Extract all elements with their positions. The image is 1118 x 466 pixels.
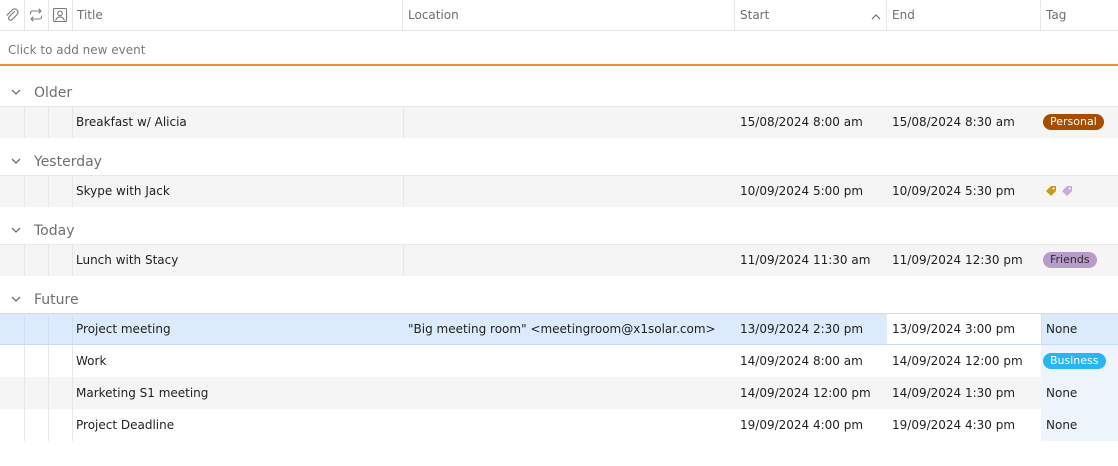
cell-divider xyxy=(48,106,49,138)
tag-badge-personal[interactable]: Personal xyxy=(1043,114,1104,130)
cell-divider xyxy=(72,106,73,138)
event-tag: None xyxy=(1046,322,1078,336)
group-title: Today xyxy=(34,223,75,239)
event-row-selected[interactable]: Project meeting "Big meeting room" <meet… xyxy=(0,313,1118,345)
header-divider xyxy=(24,0,25,30)
event-tag: None xyxy=(1046,386,1078,400)
group-title: Yesterday xyxy=(34,154,102,170)
header-divider xyxy=(48,0,49,30)
paperclip-icon[interactable] xyxy=(4,7,20,23)
cell-divider xyxy=(72,313,73,345)
event-end: 19/09/2024 4:30 pm xyxy=(892,418,1016,432)
event-row[interactable]: Skype with Jack 10/09/2024 5:00 pm 10/09… xyxy=(0,175,1118,207)
group-title: Older xyxy=(34,85,73,101)
cell-divider xyxy=(72,244,73,276)
cell-divider xyxy=(48,409,49,441)
event-start: 15/08/2024 8:00 am xyxy=(740,115,863,129)
event-end: 15/08/2024 8:30 am xyxy=(892,115,1015,129)
event-start: 19/09/2024 4:00 pm xyxy=(740,418,864,432)
group-header-future[interactable]: Future xyxy=(0,287,1118,313)
cell-divider xyxy=(24,377,25,409)
end-column-label: End xyxy=(892,8,915,22)
event-title: Skype with Jack xyxy=(76,184,170,198)
event-start: 14/09/2024 12:00 pm xyxy=(740,386,871,400)
event-row[interactable]: Project Deadline 19/09/2024 4:00 pm 19/0… xyxy=(0,409,1118,441)
event-title: Breakfast w/ Alicia xyxy=(76,115,187,129)
group-header-older[interactable]: Older xyxy=(0,80,1118,106)
event-end: 10/09/2024 5:30 pm xyxy=(892,184,1016,198)
cell-divider xyxy=(1041,313,1042,345)
location-column-label: Location xyxy=(408,8,459,22)
cell-divider xyxy=(72,175,73,207)
event-end: 14/09/2024 1:30 pm xyxy=(892,386,1016,400)
event-start: 13/09/2024 2:30 pm xyxy=(740,322,864,336)
cell-divider xyxy=(72,409,73,441)
tag-badge-friends[interactable]: Friends xyxy=(1043,252,1097,268)
column-header-row: Title Location Start End Tag xyxy=(0,0,1118,31)
cell-divider xyxy=(403,244,404,276)
add-new-event-label: Click to add new event xyxy=(8,43,146,57)
chevron-down-icon[interactable] xyxy=(10,293,22,305)
event-title: Project meeting xyxy=(76,322,171,336)
event-title: Project Deadline xyxy=(76,418,175,432)
chevron-up-icon xyxy=(871,10,881,24)
cell-divider xyxy=(403,106,404,138)
cell-divider xyxy=(72,377,73,409)
tag-column-label: Tag xyxy=(1046,8,1067,22)
start-column-label: Start xyxy=(740,8,770,22)
chevron-down-icon[interactable] xyxy=(10,224,22,236)
event-title: Lunch with Stacy xyxy=(76,253,179,267)
cell-divider xyxy=(48,175,49,207)
group-header-today[interactable]: Today xyxy=(0,218,1118,244)
event-end: 14/09/2024 12:00 pm xyxy=(892,354,1023,368)
start-column-header[interactable]: Start xyxy=(735,0,887,30)
chevron-down-icon[interactable] xyxy=(10,86,22,98)
cell-divider xyxy=(48,244,49,276)
location-column-header[interactable]: Location xyxy=(403,0,735,30)
cell-divider xyxy=(48,377,49,409)
event-location: "Big meeting room" <meetingroom@x1solar.… xyxy=(408,322,716,336)
event-end: 13/09/2024 3:00 pm xyxy=(892,322,1016,336)
cell-divider xyxy=(24,106,25,138)
contact-icon[interactable] xyxy=(52,7,68,23)
event-row[interactable]: Marketing S1 meeting 14/09/2024 12:00 pm… xyxy=(0,377,1118,409)
cell-divider xyxy=(24,313,25,345)
event-end: 11/09/2024 12:30 pm xyxy=(892,253,1023,267)
cell-divider xyxy=(24,409,25,441)
event-start: 10/09/2024 5:00 pm xyxy=(740,184,864,198)
end-column-header[interactable]: End xyxy=(887,0,1041,30)
event-row[interactable]: Breakfast w/ Alicia 15/08/2024 8:00 am 1… xyxy=(0,106,1118,138)
recurrence-icon[interactable] xyxy=(28,7,44,23)
title-column-label: Title xyxy=(77,8,103,22)
add-new-event-row[interactable]: Click to add new event xyxy=(0,30,1118,66)
event-start: 14/09/2024 8:00 am xyxy=(740,354,863,368)
event-start: 11/09/2024 11:30 am xyxy=(740,253,871,267)
tag-badge-business[interactable]: Business xyxy=(1043,353,1106,369)
chevron-down-icon[interactable] xyxy=(10,155,22,167)
tag-icon[interactable] xyxy=(1045,185,1057,200)
event-title: Marketing S1 meeting xyxy=(76,386,209,400)
event-row[interactable]: Work 14/09/2024 8:00 am 14/09/2024 12:00… xyxy=(0,345,1118,377)
cell-divider xyxy=(72,345,73,377)
event-tag: None xyxy=(1046,418,1078,432)
group-header-yesterday[interactable]: Yesterday xyxy=(0,149,1118,175)
cell-divider xyxy=(48,313,49,345)
cell-divider xyxy=(48,345,49,377)
tag-column-header[interactable]: Tag xyxy=(1041,0,1118,30)
title-column-header[interactable]: Title xyxy=(72,0,403,30)
cell-divider xyxy=(403,175,404,207)
event-title: Work xyxy=(76,354,107,368)
cell-divider xyxy=(24,244,25,276)
event-row[interactable]: Lunch with Stacy 11/09/2024 11:30 am 11/… xyxy=(0,244,1118,276)
cell-divider xyxy=(24,175,25,207)
tag-icon[interactable] xyxy=(1061,185,1073,200)
group-title: Future xyxy=(34,292,79,308)
cell-divider xyxy=(24,345,25,377)
